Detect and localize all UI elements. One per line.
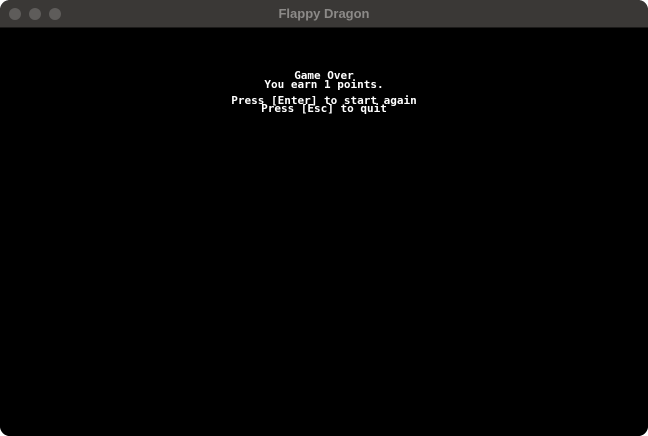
app-window: Flappy Dragon Game Over You earn 1 point… xyxy=(0,0,648,436)
game-canvas[interactable]: Game Over You earn 1 points. Press [Ente… xyxy=(0,28,648,436)
score-message: You earn 1 points. xyxy=(264,78,384,91)
quit-prompt: Press [Esc] to quit xyxy=(261,102,387,115)
window-title: Flappy Dragon xyxy=(278,6,370,21)
title-bar[interactable]: Flappy Dragon xyxy=(0,0,648,28)
